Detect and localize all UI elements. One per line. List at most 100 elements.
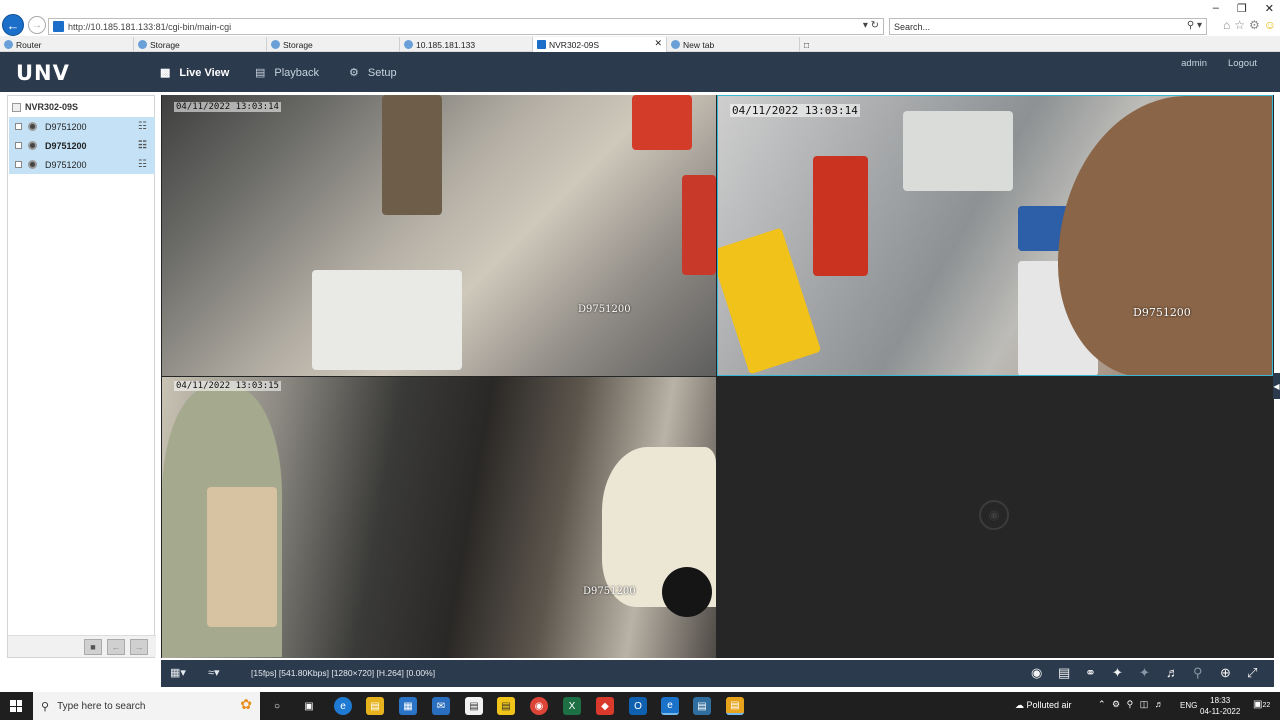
scene-person <box>382 95 442 215</box>
stream-type-icon[interactable]: ☷ <box>138 159 147 170</box>
collapse-icon[interactable] <box>12 102 21 112</box>
video-toolbar: ▦▾ ≈▾ [15fps] [541.80Kbps] [1280×720] [H… <box>161 660 1274 687</box>
scene-poster <box>682 175 716 275</box>
scene-electric-panel <box>903 111 1013 191</box>
internet-explorer-icon[interactable]: e <box>661 697 679 715</box>
favorites-star-icon[interactable]: ☆ <box>1234 18 1245 32</box>
browser-tab-bar: Router Storage Storage 10.185.181.133 NV… <box>0 36 1280 52</box>
address-bar[interactable]: http://10.185.181.133:81/cgi-bin/main-cg… <box>48 18 884 35</box>
search-icon[interactable]: ⚲ ▾ <box>1187 20 1202 31</box>
settings-gear-icon[interactable]: ⚙ <box>1249 18 1260 32</box>
camera-item[interactable]: D9751200 ☷ <box>9 117 155 136</box>
new-tab-button[interactable]: □ <box>800 37 816 52</box>
maximize-button[interactable]: ❐ <box>1237 2 1247 15</box>
forward-button[interactable]: → <box>28 16 46 34</box>
weather-widget[interactable]: ☁ Polluted air <box>1015 700 1072 711</box>
search-icon: ⚲ <box>41 700 50 713</box>
headset-icon[interactable]: ⚭ <box>1085 665 1096 681</box>
outlook-icon[interactable]: O <box>629 697 647 715</box>
notepad-icon[interactable]: ▤ <box>465 697 483 715</box>
live-view-grid: 04/11/2022 13:03:14 D9751200 04/11/2022 … <box>161 95 1274 658</box>
mail-icon[interactable]: ✉ <box>432 697 450 715</box>
nav-live-view[interactable]: ▩ Live View <box>160 66 229 80</box>
stream-mode-icon[interactable]: ≈▾ <box>208 666 220 679</box>
file-explorer-icon[interactable]: ▤ <box>366 697 384 715</box>
video-tile-1[interactable]: 04/11/2022 13:03:14 D9751200 <box>162 95 716 376</box>
tab-storage-1[interactable]: Storage <box>134 37 267 52</box>
site-favicon-icon <box>53 21 64 32</box>
tab-nvr[interactable]: NVR302-09S ✕ <box>533 37 667 52</box>
nav-playback[interactable]: ▤ Playback <box>255 66 319 80</box>
camera-checkbox[interactable] <box>15 161 22 168</box>
camera-icon <box>28 141 37 150</box>
folder-icon[interactable]: ▤ <box>726 697 744 715</box>
feedback-smiley-icon[interactable]: ☺ <box>1264 18 1276 32</box>
tab-new[interactable]: New tab <box>667 37 800 52</box>
stop-all-button[interactable]: ■ <box>84 639 102 655</box>
collapse-panel-arrow-icon[interactable]: ◀ <box>1273 373 1280 399</box>
refresh-icon[interactable]: ▾ ↻ <box>863 20 879 31</box>
tab-ip[interactable]: 10.185.181.133 <box>400 37 533 52</box>
close-button[interactable]: ✕ <box>1265 2 1274 15</box>
camera-item[interactable]: D9751200 ☷ <box>9 155 155 174</box>
scene-wall <box>207 487 277 627</box>
tab-favicon-icon <box>404 40 413 49</box>
nav-setup[interactable]: ⚙ Setup <box>349 66 397 80</box>
store-icon[interactable]: ▦ <box>399 697 417 715</box>
remote-desktop-icon[interactable]: ▤ <box>693 697 711 715</box>
ptz-icon[interactable]: ✦ <box>1112 665 1123 681</box>
url-text: http://10.185.181.133:81/cgi-bin/main-cg… <box>68 21 232 32</box>
home-icon[interactable]: ⌂ <box>1223 18 1230 32</box>
layout-grid-icon[interactable]: ▦▾ <box>170 666 186 679</box>
taskbar-clock[interactable]: 18:33 04-11-2022 <box>1200 695 1240 717</box>
unv-logo: UNV <box>16 61 70 85</box>
fullscreen-icon[interactable]: ⤢ <box>1247 665 1257 681</box>
no-video-camera-icon: ◉ <box>979 500 1009 530</box>
chrome-icon[interactable]: ◉ <box>530 697 548 715</box>
notification-center-icon[interactable]: ▣22 <box>1253 699 1270 710</box>
prev-page-button[interactable]: ← <box>107 639 125 655</box>
tab-router[interactable]: Router <box>0 37 134 52</box>
camera-osd-label: D9751200 <box>583 586 636 597</box>
cortana-icon[interactable]: ○ <box>268 697 286 715</box>
stream-type-icon[interactable]: ☷ <box>138 140 147 151</box>
volume-icon[interactable]: ♬ <box>1166 665 1179 680</box>
browser-search-input[interactable]: Search... ⚲ ▾ <box>889 18 1207 35</box>
windows-start-icon[interactable] <box>10 700 22 712</box>
edge-icon[interactable]: e <box>334 697 352 715</box>
record-icon[interactable]: ▤ <box>1058 665 1070 681</box>
excel-icon[interactable]: X <box>563 697 581 715</box>
back-button[interactable]: ← <box>2 14 24 36</box>
task-view-icon[interactable]: ▣ <box>300 697 318 715</box>
microphone-icon[interactable]: ⚲ <box>1193 665 1203 681</box>
language-indicator[interactable]: ENG <box>1180 701 1197 710</box>
stream-type-icon[interactable]: ☷ <box>138 121 147 132</box>
digital-zoom-icon[interactable]: ⊕ <box>1220 665 1231 681</box>
user-name[interactable]: admin <box>1181 58 1207 69</box>
next-page-button[interactable]: → <box>130 639 148 655</box>
gear-icon: ⚙ <box>349 67 359 79</box>
video-tile-3[interactable]: 04/11/2022 13:03:15 D9751200 <box>162 377 716 658</box>
tray-icons[interactable]: ⌃ ⚙ ⚲ ◫ ♬ <box>1098 699 1166 710</box>
tab-favicon-icon <box>4 40 13 49</box>
device-node[interactable]: NVR302-09S <box>12 100 78 114</box>
device-tree-panel: NVR302-09S D9751200 ☷ D9751200 ☷ D975120… <box>7 95 156 658</box>
camera-checkbox[interactable] <box>15 123 22 130</box>
tab-close-icon[interactable]: ✕ <box>654 38 662 49</box>
video-timestamp: 04/11/2022 13:03:14 <box>730 104 860 117</box>
anydesk-icon[interactable]: ◆ <box>596 697 614 715</box>
tab-favicon-icon <box>671 40 680 49</box>
scene-poster <box>718 227 822 375</box>
video-tile-2[interactable]: 04/11/2022 13:03:14 D9751200 <box>717 95 1273 376</box>
zoom-icon[interactable]: ✦ <box>1139 665 1150 681</box>
taskbar-search-input[interactable]: ⚲ Type here to search ✿ <box>33 692 260 720</box>
camera-item[interactable]: D9751200 ☷ <box>9 136 155 155</box>
camera-icon <box>28 160 37 169</box>
tab-storage-2[interactable]: Storage <box>267 37 400 52</box>
snapshot-camera-icon[interactable]: ◉ <box>1031 665 1042 681</box>
tab-favicon-icon <box>271 40 280 49</box>
camera-checkbox[interactable] <box>15 142 22 149</box>
minimize-button[interactable]: – <box>1213 2 1219 15</box>
sticky-notes-icon[interactable]: ▤ <box>497 697 515 715</box>
logout-link[interactable]: Logout <box>1228 58 1257 69</box>
